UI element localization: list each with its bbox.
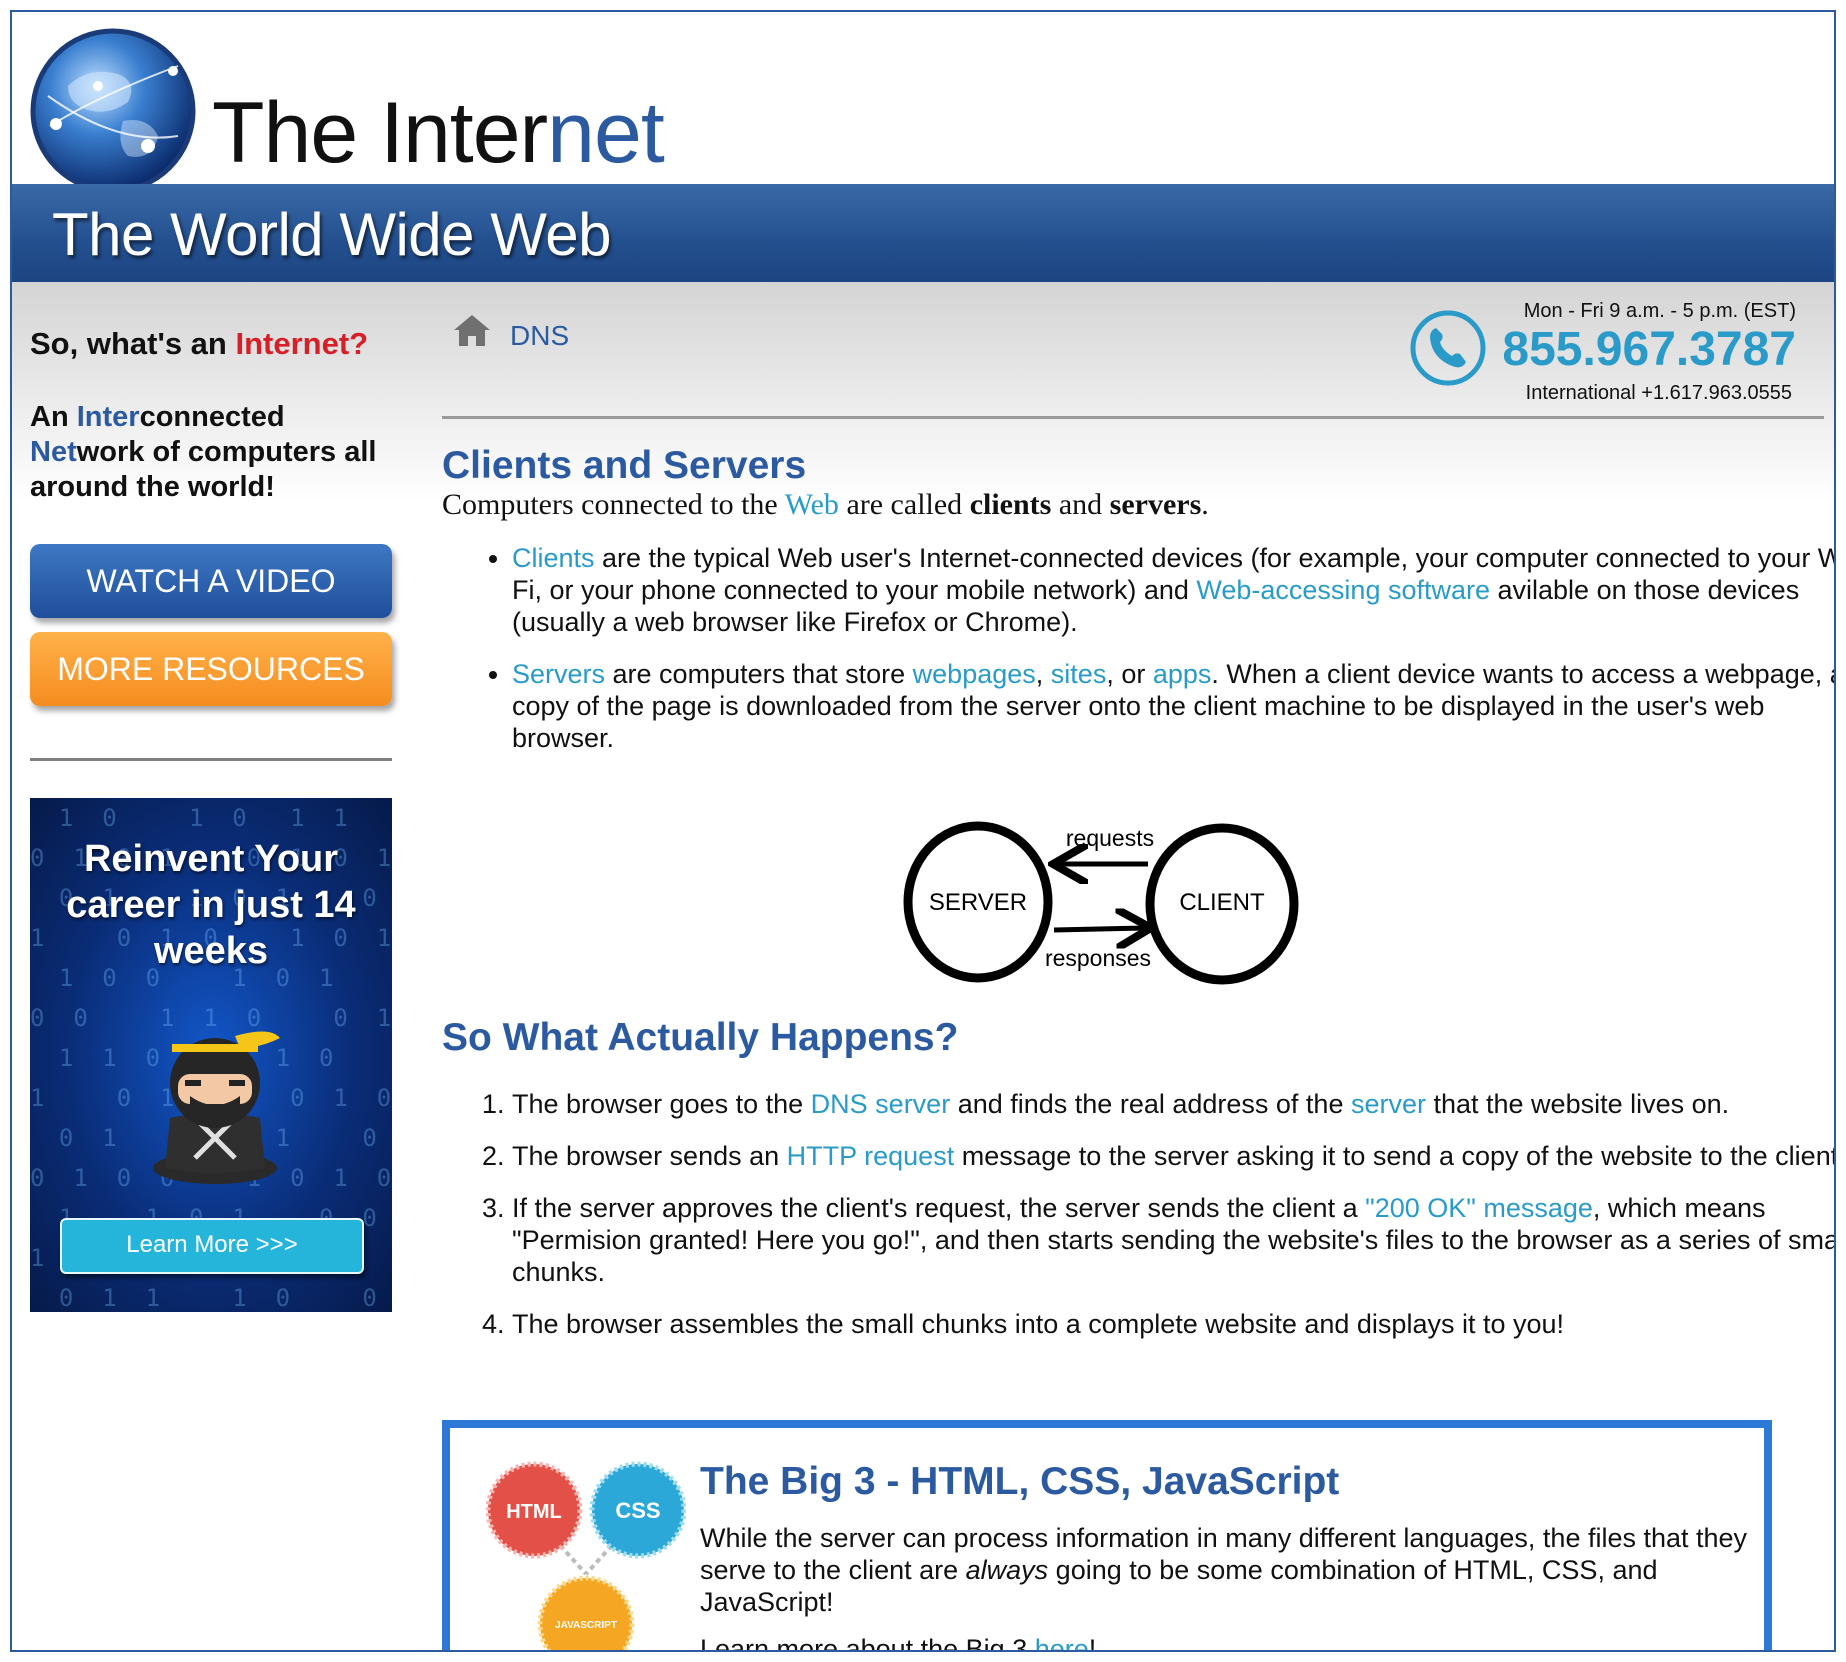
big3-more-b: ! (1088, 1634, 1097, 1652)
intro-e: and (1051, 488, 1110, 521)
def-c: connected (139, 401, 285, 433)
list-item: The browser goes to the DNS server and f… (512, 1088, 1834, 1120)
section-intro: Computers connected to the Web are calle… (442, 488, 1209, 522)
intro-servers: servers (1109, 488, 1202, 521)
big3-here-link[interactable]: here (1035, 1634, 1089, 1650)
client-server-diagram: SERVER CLIENT requests responses (903, 821, 1299, 985)
intro-clients: clients (969, 488, 1052, 521)
bootcamp-ad[interactable]: 1 0 1 0 1 1 0 0 0 1 0 1 0 1 0 1 1 0 1 1 … (30, 798, 392, 1312)
site-header: The Internet The World Wide Web (12, 12, 1834, 282)
section-title-what-happens: So What Actually Happens? (442, 1016, 959, 1059)
ninja-mascot-icon (153, 1031, 280, 1184)
css-badge-label: CSS (615, 1498, 660, 1523)
list-item: If the server approves the client's requ… (512, 1192, 1834, 1288)
html-badge-label: HTML (506, 1501, 562, 1523)
big3-callout: HTML CSS JAVASCRIPT The Big 3 - HTML, CS… (442, 1420, 1772, 1652)
step2-a: The browser sends an (512, 1141, 787, 1171)
phone-icon[interactable] (1408, 308, 1488, 388)
sidebar-definition: An Interconnected Network of computers al… (30, 400, 400, 505)
big3-logos-icon: HTML CSS JAVASCRIPT (486, 1461, 686, 1650)
brand-suffix: net (547, 85, 665, 181)
sidebar-question: So, what's an Internet? (30, 326, 368, 362)
def-e: work of computers all around the world! (30, 436, 377, 503)
more-resources-button[interactable]: MORE RESOURCES (30, 632, 392, 706)
sidebar-divider (30, 758, 392, 761)
step4-a: The browser assembles the small chunks i… (512, 1309, 1565, 1339)
sites-link[interactable]: sites (1051, 659, 1107, 689)
steps-list: The browser goes to the DNS server and f… (442, 1088, 1836, 1360)
banner-title: The World Wide Web (52, 201, 611, 268)
web-software-link[interactable]: Web-accessing software (1196, 575, 1490, 605)
200-ok-link[interactable]: "200 OK" message (1365, 1193, 1593, 1223)
site-brand[interactable]: The Internet (212, 90, 665, 176)
step1-a: The browser goes to the (512, 1089, 811, 1119)
http-request-link[interactable]: HTTP request (787, 1141, 955, 1171)
requests-label: requests (1066, 825, 1154, 851)
clients-link[interactable]: Clients (512, 543, 595, 573)
breadcrumb-current[interactable]: DNS (510, 320, 569, 352)
client-label: CLIENT (1179, 889, 1265, 916)
question-highlight: Internet? (235, 326, 369, 361)
ad-headline: Reinvent Your career in just 14 weeks (66, 838, 356, 972)
server-link[interactable]: server (1351, 1089, 1426, 1119)
list-item: The browser assembles the small chunks i… (512, 1308, 1834, 1340)
banner-bar: The World Wide Web (12, 184, 1834, 282)
globe-logo-icon[interactable] (28, 26, 198, 196)
step2-c: message to the server asking it to send … (954, 1141, 1836, 1171)
big3-title: The Big 3 - HTML, CSS, JavaScript (700, 1460, 1340, 1503)
watch-video-button[interactable]: WATCH A VIDEO (30, 544, 392, 618)
list-item: Servers are computers that store webpage… (512, 658, 1834, 754)
def-b: Inter (76, 401, 140, 433)
bullet2-f: , or (1106, 659, 1153, 689)
content-divider (442, 416, 1824, 419)
step1-c: and finds the real address of the (950, 1089, 1351, 1119)
js-badge-label: JAVASCRIPT (555, 1620, 617, 1631)
servers-link[interactable]: Servers (512, 659, 605, 689)
js-badge-icon (537, 1575, 635, 1650)
apps-link[interactable]: apps (1153, 659, 1212, 689)
intro-a: Computers connected to the (442, 488, 785, 521)
big3-more-a: Learn more about the Big 3 (700, 1634, 1035, 1652)
def-a: An (30, 401, 77, 433)
brand-prefix: The Inter (212, 85, 548, 181)
intro-c: are called (838, 488, 970, 521)
server-label: SERVER (929, 889, 1027, 916)
dns-server-link[interactable]: DNS server (811, 1089, 951, 1119)
home-icon[interactable] (452, 312, 492, 348)
question-text: So, what's an (30, 326, 236, 361)
step3-a: If the server approves the client's requ… (512, 1193, 1366, 1223)
responses-label: responses (1045, 945, 1151, 971)
big3-more: Learn more about the Big 3 here! (700, 1634, 1097, 1652)
big3-body-em: always (965, 1555, 1049, 1585)
web-link[interactable]: Web (785, 488, 839, 521)
bullet2-d: , (1035, 659, 1051, 689)
phone-number[interactable]: 855.967.3787 (1502, 322, 1796, 377)
support-hours: Mon - Fri 9 a.m. - 5 p.m. (EST) (1523, 300, 1796, 322)
responses-arrow (1053, 928, 1146, 930)
step1-e: that the website lives on. (1425, 1089, 1730, 1119)
learn-more-button[interactable]: Learn More >>> (60, 1218, 364, 1274)
page-frame: The Internet The World Wide Web So, what… (10, 10, 1836, 1652)
big3-body: While the server can process information… (700, 1522, 1750, 1618)
clients-servers-list: Clients are the typical Web user's Inter… (442, 542, 1834, 774)
bullet2-b: are computers that store (605, 659, 913, 689)
international-phone: International +1.617.963.0555 (1525, 382, 1792, 404)
webpages-link[interactable]: webpages (913, 659, 1036, 689)
intro-g: . (1201, 488, 1209, 521)
list-item: The browser sends an HTTP request messag… (512, 1140, 1836, 1172)
def-d: Net (30, 436, 77, 468)
list-item: Clients are the typical Web user's Inter… (512, 542, 1834, 638)
section-title-clients-servers: Clients and Servers (442, 444, 807, 487)
